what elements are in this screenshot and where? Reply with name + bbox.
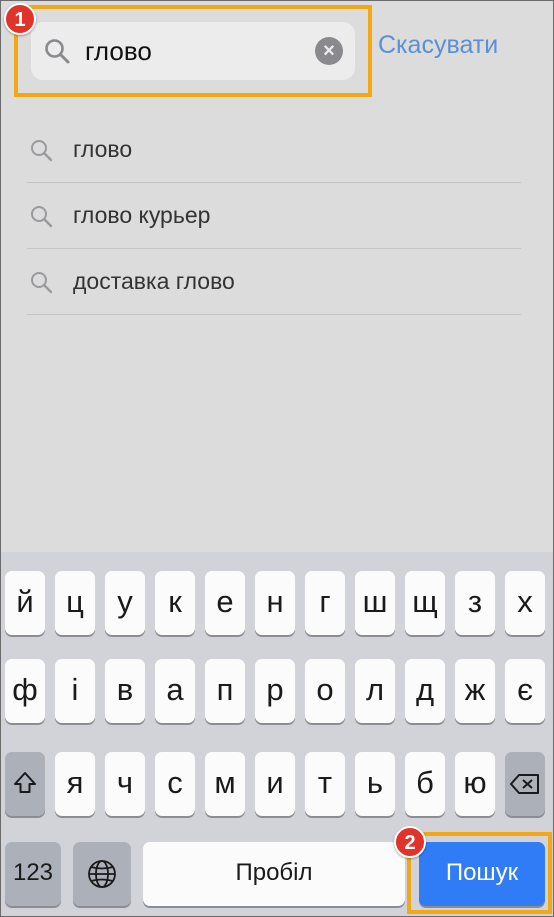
key[interactable]: у	[105, 571, 145, 635]
space-key[interactable]: Пробіл	[143, 842, 405, 906]
key[interactable]: г	[305, 571, 345, 635]
key[interactable]: е	[205, 571, 245, 635]
backspace-icon	[510, 774, 539, 794]
key[interactable]: х	[505, 571, 545, 635]
suggestion-text: глово	[73, 136, 133, 162]
key[interactable]: й	[5, 571, 45, 635]
key[interactable]: в	[105, 659, 145, 723]
key[interactable]: р	[255, 659, 295, 723]
key[interactable]: ш	[355, 571, 395, 635]
search-key[interactable]: Пошук	[419, 842, 545, 906]
key[interactable]: л	[355, 659, 395, 723]
list-item[interactable]: глово курьер	[27, 183, 521, 249]
key[interactable]: ж	[455, 659, 495, 723]
globe-icon	[88, 860, 116, 888]
search-icon	[31, 140, 53, 162]
numbers-key[interactable]: 123	[5, 842, 61, 906]
key[interactable]: с	[155, 752, 195, 816]
key[interactable]: б	[405, 752, 445, 816]
key[interactable]: о	[305, 659, 345, 723]
search-input-value[interactable]: глово	[85, 35, 152, 67]
backspace-key[interactable]	[505, 752, 545, 816]
keyboard: й ц у к е н г ш щ з х ф і в а п р о л д …	[1, 552, 553, 916]
key[interactable]: я	[55, 752, 95, 816]
cancel-button[interactable]: Скасувати	[378, 31, 498, 60]
step-badge-1: 1	[4, 3, 36, 35]
key[interactable]: д	[405, 659, 445, 723]
key[interactable]: и	[255, 752, 295, 816]
screen: глово × Скасувати глово глово курьер дос…	[0, 0, 554, 917]
clear-text-button[interactable]: ×	[315, 37, 343, 65]
key[interactable]: ф	[5, 659, 45, 723]
list-item[interactable]: доставка глово	[27, 249, 521, 315]
suggestion-text: глово курьер	[73, 202, 211, 228]
key[interactable]: к	[155, 571, 195, 635]
key[interactable]: н	[255, 571, 295, 635]
key[interactable]: м	[205, 752, 245, 816]
search-icon	[31, 206, 53, 228]
suggestion-text: доставка глово	[73, 268, 235, 294]
step-badge-2: 2	[394, 826, 426, 858]
shift-key[interactable]	[5, 752, 45, 816]
key[interactable]: і	[55, 659, 95, 723]
key[interactable]: а	[155, 659, 195, 723]
key[interactable]: ц	[55, 571, 95, 635]
shift-icon	[14, 772, 36, 793]
key[interactable]: з	[455, 571, 495, 635]
search-field[interactable]: глово ×	[31, 22, 355, 80]
key[interactable]: ч	[105, 752, 145, 816]
list-item[interactable]: глово	[27, 117, 521, 183]
search-icon	[45, 39, 70, 64]
suggestions-list: глово глово курьер доставка глово	[27, 117, 521, 315]
key[interactable]: щ	[405, 571, 445, 635]
search-icon	[31, 272, 53, 294]
globe-key[interactable]	[73, 842, 131, 906]
key[interactable]: п	[205, 659, 245, 723]
key[interactable]: ю	[455, 752, 495, 816]
key[interactable]: є	[505, 659, 545, 723]
key[interactable]: т	[305, 752, 345, 816]
close-icon: ×	[323, 40, 335, 62]
key[interactable]: ь	[355, 752, 395, 816]
